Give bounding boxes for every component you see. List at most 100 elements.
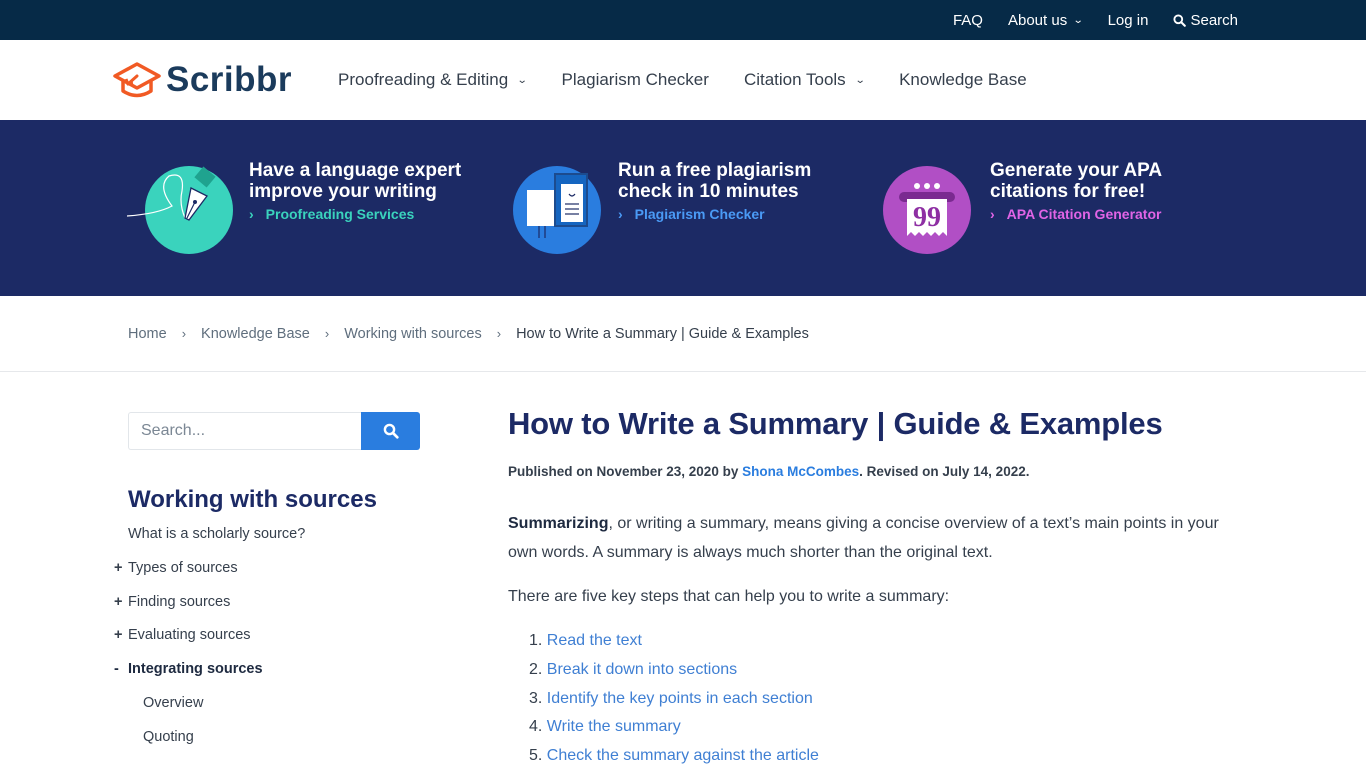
expand-icon[interactable]: + bbox=[114, 560, 122, 576]
breadcrumb: Home › Knowledge Base › Working with sou… bbox=[0, 296, 1366, 372]
sidebar-item-finding-sources[interactable]: + Finding sources bbox=[114, 593, 508, 628]
sidebar-item-scholarly-source[interactable]: What is a scholarly source? bbox=[128, 526, 508, 560]
promo-title: improve your writing bbox=[249, 181, 437, 202]
citation-machine-icon: 99 bbox=[883, 166, 971, 254]
promo-link-label: Plagiarism Checker bbox=[634, 206, 765, 222]
sidebar-item-integrating-sources[interactable]: - Integrating sources bbox=[114, 661, 508, 695]
sidebar-topic-list: What is a scholarly source? + Types of so… bbox=[114, 526, 508, 763]
step-link[interactable]: Write the summary bbox=[547, 718, 681, 735]
log-in-link[interactable]: Log in bbox=[1108, 12, 1149, 29]
breadcrumb-separator-icon: › bbox=[496, 326, 502, 341]
sidebar-item-types-of-sources[interactable]: + Types of sources bbox=[114, 560, 508, 594]
step-item: 1. Read the text bbox=[529, 627, 1238, 656]
log-in-label: Log in bbox=[1107, 11, 1149, 29]
intro-term: Summarizing bbox=[508, 515, 609, 532]
svg-text:99: 99 bbox=[913, 202, 941, 233]
top-utility-bar: FAQ About us ⌄ Log in Search bbox=[0, 0, 1366, 40]
intro-text: , or writing a summary, means giving a c… bbox=[508, 515, 1219, 561]
promo-card-proofreading[interactable]: Have a language expert improve your writ… bbox=[127, 160, 498, 254]
step-number: 3. bbox=[529, 689, 543, 707]
step-item: 4. Write the summary bbox=[529, 713, 1238, 742]
article: How to Write a Summary | Guide & Example… bbox=[508, 406, 1238, 768]
sidebar: Working with sources What is a scholarly… bbox=[114, 412, 508, 768]
sidebar-title: Working with sources bbox=[128, 486, 377, 513]
step-link[interactable]: Identify the key points in each section bbox=[547, 690, 813, 707]
promo-title: check in 10 minutes bbox=[618, 181, 799, 202]
apa-citation-generator-link[interactable]: › APA Citation Generator bbox=[990, 206, 1162, 222]
sidebar-search-button[interactable] bbox=[361, 412, 420, 450]
sidebar-search-input[interactable] bbox=[128, 412, 361, 450]
nav-label: Knowledge Base bbox=[899, 70, 1027, 89]
article-meta: Published on November 23, 2020 by Shona … bbox=[508, 464, 1238, 479]
nav-knowledge-base[interactable]: Knowledge Base bbox=[899, 70, 1027, 90]
promo-card-plagiarism[interactable]: Run a free plagiarism check in 10 minute… bbox=[498, 160, 868, 254]
step-item: 3. Identify the key points in each secti… bbox=[529, 685, 1238, 714]
article-title: How to Write a Summary | Guide & Example… bbox=[508, 406, 1163, 441]
step-link[interactable]: Check the summary against the article bbox=[547, 747, 819, 764]
promo-title: Have a language expert bbox=[249, 160, 462, 181]
published-date: Published on November 23, 2020 by bbox=[508, 464, 743, 479]
page-content: Working with sources What is a scholarly… bbox=[0, 372, 1366, 768]
chevron-right-icon: › bbox=[990, 206, 995, 222]
fountain-pen-icon bbox=[127, 166, 233, 254]
breadcrumb-separator-icon: › bbox=[324, 326, 330, 341]
main-navigation: Scribbr Proofreading & Editing ⌄ Plagiari… bbox=[0, 40, 1366, 120]
chevron-down-icon: ⌄ bbox=[854, 74, 866, 86]
search-icon bbox=[1173, 13, 1187, 27]
search-label: Search bbox=[1190, 11, 1238, 29]
faq-label: FAQ bbox=[952, 11, 983, 29]
chevron-down-icon: ⌄ bbox=[1072, 14, 1084, 26]
breadcrumb-home[interactable]: Home bbox=[128, 326, 167, 342]
chevron-right-icon: › bbox=[618, 206, 623, 222]
sidebar-subitem-quoting[interactable]: Quoting bbox=[128, 729, 508, 763]
breadcrumb-current: How to Write a Summary | Guide & Example… bbox=[516, 325, 809, 342]
sidebar-item-evaluating-sources[interactable]: + Evaluating sources bbox=[114, 627, 508, 661]
nav-plagiarism-checker[interactable]: Plagiarism Checker bbox=[562, 70, 709, 90]
promo-title: Run a free plagiarism bbox=[618, 160, 812, 181]
step-link[interactable]: Break it down into sections bbox=[547, 661, 737, 678]
about-us-label: About us bbox=[1007, 11, 1068, 29]
step-link[interactable]: Read the text bbox=[547, 632, 642, 649]
sidebar-subitem-overview[interactable]: Overview bbox=[128, 695, 508, 729]
intro-paragraph: Summarizing, or writing a summary, means… bbox=[508, 509, 1238, 567]
author-link[interactable]: Shona McCombes bbox=[742, 464, 859, 479]
nav-proofreading-editing[interactable]: Proofreading & Editing ⌄ bbox=[338, 70, 528, 90]
breadcrumb-separator-icon: › bbox=[181, 326, 187, 341]
expand-icon[interactable]: + bbox=[114, 594, 122, 610]
proofreading-services-link[interactable]: › Proofreading Services bbox=[249, 206, 461, 222]
scribbr-logo[interactable]: Scribbr bbox=[112, 59, 292, 101]
steps-list: 1. Read the text 2. Break it down into s… bbox=[508, 627, 1238, 768]
step-item: 2. Break it down into sections bbox=[529, 656, 1238, 685]
promo-card-citation[interactable]: 99 Generate your APA citations for free!… bbox=[868, 160, 1238, 254]
promo-title: citations for free! bbox=[990, 181, 1146, 202]
sidebar-item-label: What is a scholarly source? bbox=[128, 526, 306, 542]
promo-link-label: APA Citation Generator bbox=[1006, 206, 1162, 222]
sidebar-item-label: Finding sources bbox=[128, 593, 231, 610]
sidebar-item-label: Overview bbox=[143, 694, 204, 711]
plagiarism-checker-link[interactable]: › Plagiarism Checker bbox=[618, 206, 811, 222]
chevron-right-icon: › bbox=[249, 206, 254, 222]
promo-title: Generate your APA bbox=[990, 160, 1163, 181]
nav-label: Citation Tools bbox=[743, 70, 846, 89]
promo-banner: Have a language expert improve your writ… bbox=[0, 120, 1366, 296]
documents-icon bbox=[513, 166, 601, 254]
about-us-menu[interactable]: About us ⌄ bbox=[1007, 11, 1084, 29]
brand-name: Scribbr bbox=[166, 60, 293, 99]
step-number: 2. bbox=[529, 660, 543, 678]
breadcrumb-working-with-sources[interactable]: Working with sources bbox=[344, 326, 482, 342]
revised-date: . Revised on July 14, 2022. bbox=[859, 464, 1030, 479]
breadcrumb-knowledge-base[interactable]: Knowledge Base bbox=[201, 326, 310, 342]
search-icon bbox=[383, 423, 399, 439]
step-item: 5. Check the summary against the article bbox=[529, 742, 1238, 768]
faq-link[interactable]: FAQ bbox=[953, 12, 983, 29]
sidebar-item-label: Quoting bbox=[143, 728, 194, 745]
step-number: 5. bbox=[529, 747, 543, 765]
collapse-icon[interactable]: - bbox=[114, 661, 119, 677]
graduation-cap-icon bbox=[113, 62, 161, 98]
nav-citation-tools[interactable]: Citation Tools ⌄ bbox=[743, 70, 866, 90]
expand-icon[interactable]: + bbox=[114, 627, 122, 643]
sidebar-item-label: Integrating sources bbox=[128, 661, 263, 678]
promo-link-label: Proofreading Services bbox=[265, 206, 415, 222]
search-link[interactable]: Search bbox=[1173, 12, 1238, 29]
steps-intro: There are five key steps that can help y… bbox=[508, 588, 950, 605]
